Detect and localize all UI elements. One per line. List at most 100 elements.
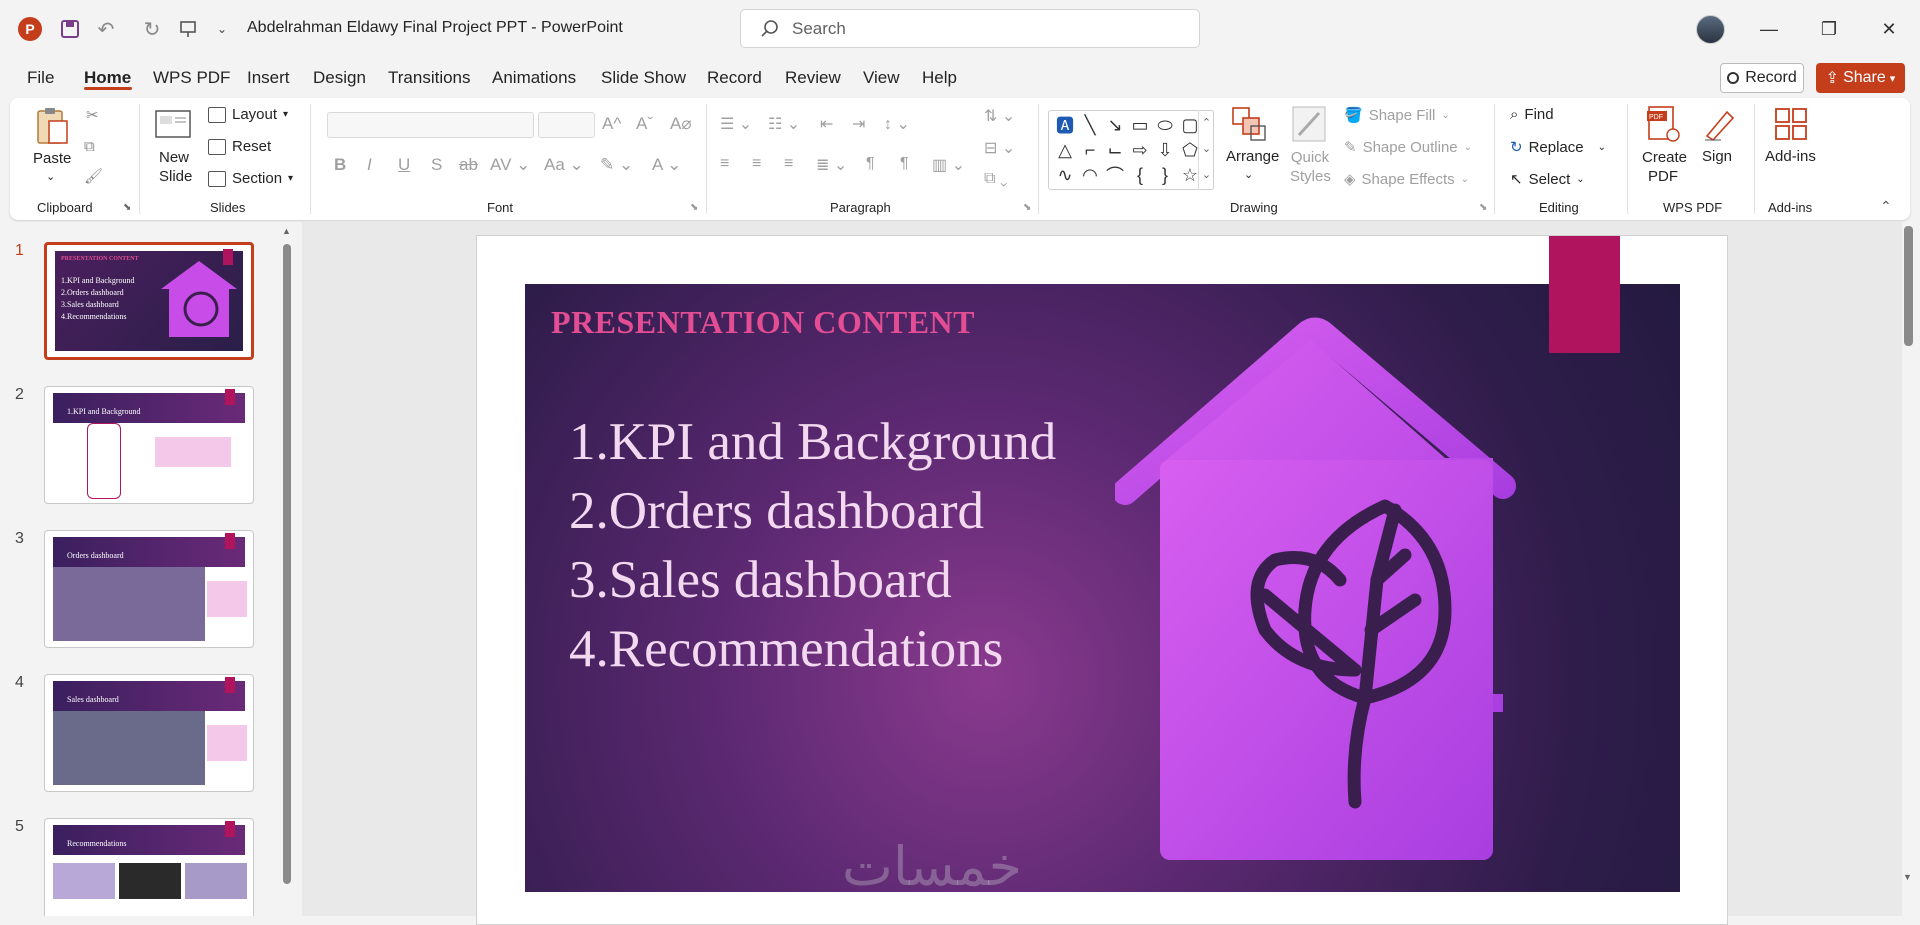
tab-wps-pdf[interactable]: WPS PDF xyxy=(153,68,230,88)
tab-help[interactable]: Help xyxy=(922,68,957,88)
down-arrow-shape-icon[interactable]: ⇩ xyxy=(1153,138,1177,162)
find-button[interactable]: ⌕ Find xyxy=(1510,106,1554,123)
strikethrough-icon[interactable]: ab xyxy=(459,155,478,175)
decrease-font-icon[interactable]: Aˇ xyxy=(636,114,653,134)
create-pdf-button[interactable]: Create PDF xyxy=(1642,148,1687,186)
paste-chevron-icon[interactable]: ⌄ xyxy=(46,170,55,183)
collapse-ribbon-icon[interactable]: ⌃ xyxy=(1880,198,1892,215)
tab-slide-show[interactable]: Slide Show xyxy=(601,68,686,88)
justify-icon[interactable]: ≣ ⌄ xyxy=(816,155,847,175)
tab-view[interactable]: View xyxy=(863,68,900,88)
change-case-icon[interactable]: Aa ⌄ xyxy=(544,155,584,175)
sign-button[interactable]: Sign xyxy=(1702,148,1732,165)
slide-thumbnail-4[interactable]: Sales dashboard xyxy=(44,674,254,792)
bold-icon[interactable]: B xyxy=(334,155,346,175)
smartart-icon[interactable]: ⧉ ⌄ xyxy=(984,170,1007,188)
left-brace-icon[interactable]: { xyxy=(1128,163,1152,187)
character-spacing-icon[interactable]: AV ⌄ xyxy=(490,155,530,175)
quick-styles-button[interactable]: Quick Styles xyxy=(1290,148,1331,186)
reset-button[interactable]: Reset xyxy=(208,138,271,155)
columns-icon[interactable]: ▥ ⌄ xyxy=(932,155,965,175)
new-slide-button[interactable]: New Slide xyxy=(159,148,192,186)
tab-design[interactable]: Design xyxy=(313,68,366,88)
highlight-icon[interactable]: ✎ ⌄ xyxy=(600,155,633,175)
text-direction-icon[interactable]: ⇅ ⌄ xyxy=(984,106,1015,126)
increase-indent-icon[interactable]: ⇥ xyxy=(852,114,865,134)
copy-icon[interactable]: ⧉ xyxy=(84,138,95,155)
increase-font-icon[interactable]: A^ xyxy=(602,114,621,134)
font-color-icon[interactable]: A ⌄ xyxy=(652,155,681,175)
tab-home[interactable]: Home xyxy=(84,68,131,88)
add-ins-button[interactable]: Add-ins xyxy=(1765,148,1816,165)
tab-transitions[interactable]: Transitions xyxy=(388,68,471,88)
clipboard-launcher-icon[interactable]: ⬊ xyxy=(123,202,131,213)
arrow-line-icon[interactable]: ↘ xyxy=(1103,113,1127,137)
house-leaf-icon[interactable] xyxy=(1115,310,1680,892)
cut-icon[interactable]: ✂ xyxy=(86,106,99,124)
align-left-icon[interactable]: ≡ xyxy=(720,155,729,173)
paste-button[interactable]: Paste xyxy=(33,150,71,167)
customize-toolbar-chevron-icon[interactable]: ⌄ xyxy=(213,16,231,42)
slide-thumbnail-2[interactable]: 1.KPI and Background xyxy=(44,386,254,504)
undo-icon[interactable]: ↶ xyxy=(94,16,118,42)
arrange-icon[interactable] xyxy=(1230,104,1268,144)
textbox-icon[interactable]: 🅰 xyxy=(1053,113,1077,137)
oval-shape-icon[interactable]: ⬭ xyxy=(1153,113,1177,137)
right-arrow-shape-icon[interactable]: ⇨ xyxy=(1128,138,1152,162)
align-center-icon[interactable]: ≡ xyxy=(752,155,761,173)
arrange-chevron-icon[interactable]: ⌄ xyxy=(1244,168,1253,181)
bullets-icon[interactable]: ☰ ⌄ xyxy=(720,114,752,134)
tab-insert[interactable]: Insert xyxy=(247,68,290,88)
freeform-icon[interactable]: ⌒ xyxy=(1103,163,1127,187)
record-button[interactable]: Record xyxy=(1720,63,1804,93)
tab-file[interactable]: File xyxy=(27,68,54,88)
align-right-icon[interactable]: ≡ xyxy=(784,155,793,173)
new-slide-icon[interactable] xyxy=(154,104,192,144)
arrange-button[interactable]: Arrange xyxy=(1226,148,1279,165)
paragraph-launcher-icon[interactable]: ⬊ xyxy=(1023,202,1031,213)
shape-effects-button[interactable]: ◈ Shape Effects ⌄ xyxy=(1344,170,1469,189)
scroll-up-icon[interactable]: ▲ xyxy=(282,226,291,236)
slide-thumbnail-1[interactable]: PRESENTATION CONTENT 1.KPI and Backgroun… xyxy=(44,242,254,360)
shape-fill-button[interactable]: 🪣 Shape Fill ⌄ xyxy=(1344,106,1450,125)
save-icon[interactable] xyxy=(57,16,83,42)
font-size-select[interactable] xyxy=(538,112,595,138)
sign-icon[interactable] xyxy=(1700,104,1738,144)
slide-content-list[interactable]: 1.KPI and Background 2.Orders dashboard … xyxy=(569,408,1056,684)
slide-thumbnail-3[interactable]: Orders dashboard xyxy=(44,530,254,648)
tab-review[interactable]: Review xyxy=(785,68,841,88)
paste-icon[interactable] xyxy=(34,104,70,148)
font-family-select[interactable] xyxy=(327,112,534,138)
ltr-icon[interactable]: ¶ xyxy=(866,155,875,173)
underline-icon[interactable]: U xyxy=(398,155,410,175)
select-button[interactable]: ↖ Select ⌄ xyxy=(1510,170,1585,189)
slide-thumbnail-5[interactable]: Recommendations xyxy=(44,818,254,916)
share-button[interactable]: ⇪ Share ▾ xyxy=(1816,63,1905,93)
line-spacing-icon[interactable]: ↕ ⌄ xyxy=(884,114,910,134)
avatar[interactable] xyxy=(1696,15,1725,44)
arc-shape-icon[interactable]: ◠ xyxy=(1078,163,1102,187)
decrease-indent-icon[interactable]: ⇤ xyxy=(820,114,833,134)
restore-icon[interactable]: ❐ xyxy=(1814,14,1844,44)
numbering-icon[interactable]: ☷ ⌄ xyxy=(768,114,800,134)
redo-icon[interactable]: ↻ xyxy=(140,16,164,42)
shape-outline-button[interactable]: ✎ Shape Outline ⌄ xyxy=(1344,138,1472,157)
curve-shape-icon[interactable]: ∿ xyxy=(1053,163,1077,187)
tab-animations[interactable]: Animations xyxy=(492,68,576,88)
rectangle-shape-icon[interactable]: ▭ xyxy=(1128,113,1152,137)
right-brace-icon[interactable]: } xyxy=(1153,163,1177,187)
rtl-icon[interactable]: ¶ xyxy=(900,155,909,173)
quick-styles-icon[interactable] xyxy=(1290,104,1328,144)
editor-scrollbar[interactable] xyxy=(1904,226,1913,346)
elbow-connector-icon[interactable]: ⌐ xyxy=(1078,138,1102,162)
elbow-arrow-icon[interactable]: ⌙ xyxy=(1103,138,1127,162)
present-icon[interactable] xyxy=(176,16,200,42)
close-icon[interactable]: ✕ xyxy=(1874,14,1904,44)
create-pdf-icon[interactable]: PDF xyxy=(1644,104,1682,144)
slide-title[interactable]: PRESENTATION CONTENT xyxy=(551,304,975,341)
drawing-launcher-icon[interactable]: ⬊ xyxy=(1479,202,1487,213)
layout-button[interactable]: Layout ▾ xyxy=(208,106,288,123)
add-ins-icon[interactable] xyxy=(1772,104,1810,144)
replace-button[interactable]: ↻ Replace ⌄ xyxy=(1510,138,1606,157)
section-button[interactable]: Section ▾ xyxy=(208,170,293,187)
